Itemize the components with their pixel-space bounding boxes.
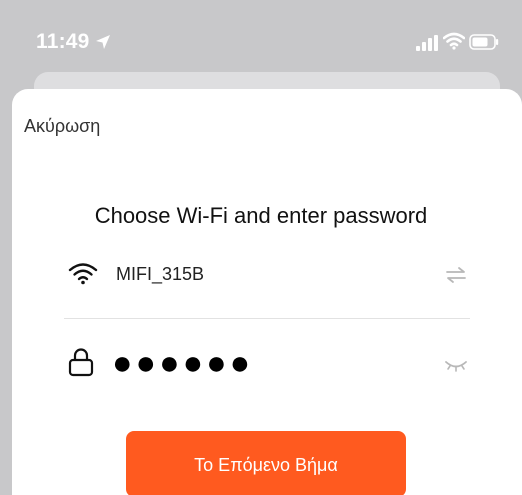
sheet-title: Choose Wi-Fi and enter password (94, 203, 428, 228)
eye-closed-icon[interactable] (444, 359, 468, 373)
password-row[interactable]: ●●●●●● (64, 341, 470, 391)
wifi-ssid: MIFI_315B (116, 264, 205, 284)
cancel-button[interactable]: Ακύρωση (24, 116, 100, 137)
password-input[interactable]: ●●●●●● (112, 343, 253, 383)
wifi-icon (68, 263, 98, 285)
screen: 11:49 Ακύρωση Choose Wi-Fi and enter pas… (0, 0, 522, 495)
wifi-network-row[interactable]: MIFI_315B (64, 251, 470, 311)
status-bar: 11:49 (0, 0, 522, 62)
lock-icon (68, 348, 94, 377)
signal-icon (416, 35, 438, 51)
wifi-setup-sheet: Ακύρωση Choose Wi-Fi and enter password … (12, 89, 522, 495)
switch-network-icon[interactable] (444, 265, 468, 285)
next-step-button[interactable]: Το Επόμενο Βήμα (126, 431, 406, 495)
location-arrow-icon (96, 35, 110, 49)
divider (64, 318, 470, 319)
wifi-status-icon (443, 32, 465, 50)
battery-icon (469, 34, 499, 50)
status-time: 11:49 (36, 30, 90, 53)
